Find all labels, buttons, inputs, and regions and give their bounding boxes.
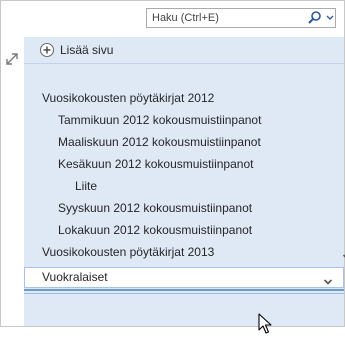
search-input[interactable]: [147, 9, 297, 27]
page-item-attachment[interactable]: Liite: [24, 176, 345, 196]
mouse-pointer-icon: [258, 313, 274, 335]
chevron-down-icon[interactable]: [323, 273, 333, 285]
page-item-annual-minutes-2013[interactable]: Vuosikokousten pöytäkirjat 2013: [24, 242, 345, 262]
search-button[interactable]: [307, 9, 337, 27]
page-item-tenants[interactable]: Vuokralaiset: [24, 267, 344, 288]
page-item-label: Syyskuun 2012 kokousmuistiinpanot: [58, 201, 253, 215]
onenote-page-pane-window: Lisää sivu Vuosikokousten pöytäkirjat 20…: [0, 0, 345, 334]
page-item-label: Liite: [75, 179, 98, 193]
page-item-annual-minutes-2012[interactable]: Vuosikokousten pöytäkirjat 2012: [24, 88, 345, 108]
left-gutter: [1, 37, 24, 325]
page-item-september-2012[interactable]: Syyskuun 2012 kokousmuistiinpanot: [24, 198, 345, 218]
drop-indicator: [24, 289, 344, 291]
page-item-march-2012[interactable]: Maaliskuun 2012 kokousmuistiinpanot: [24, 132, 345, 152]
page-item-label: Vuosikokousten pöytäkirjat 2013: [42, 245, 215, 259]
add-page-label: Lisää sivu: [60, 43, 114, 57]
expand-arrows-icon[interactable]: [4, 51, 20, 67]
drop-indicator-shadow: [24, 293, 344, 294]
add-page-button[interactable]: Lisää sivu: [24, 37, 344, 64]
page-item-january-2012[interactable]: Tammikuun 2012 kokousmuistiinpanot: [24, 110, 345, 130]
page-item-october-2012[interactable]: Lokakuun 2012 kokousmuistiinpanot: [24, 220, 345, 240]
search-icon: [308, 11, 334, 24]
page-item-label: Lokakuun 2012 kokousmuistiinpanot: [58, 223, 253, 237]
pages-pane: Lisää sivu Vuosikokousten pöytäkirjat 20…: [24, 37, 345, 334]
page-item-label: Vuosikokousten pöytäkirjat 2012: [42, 91, 215, 105]
page-item-label: Kesäkuun 2012 kokousmuistiinpanot: [58, 157, 254, 171]
page-item-label: Vuokralaiset: [42, 270, 108, 284]
plus-circle-icon: [39, 42, 55, 58]
page-item-label: Tammikuun 2012 kokousmuistiinpanot: [58, 113, 262, 127]
page-item-label: Maaliskuun 2012 kokousmuistiinpanot: [58, 135, 261, 149]
page-item-june-2012[interactable]: Kesäkuun 2012 kokousmuistiinpanot: [24, 154, 345, 174]
search-box[interactable]: [146, 8, 336, 28]
